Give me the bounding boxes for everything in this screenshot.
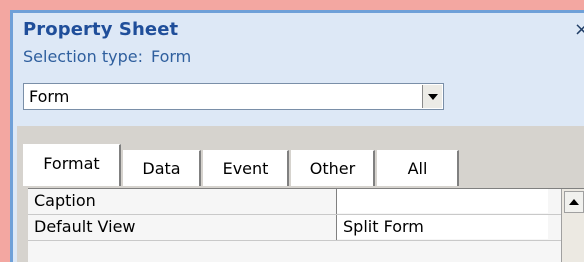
property-sheet-window: Property Sheet × Selection type: Form For… — [10, 10, 584, 262]
selection-type-row: Selection type: Form — [23, 47, 191, 66]
screenshot-frame: Property Sheet × Selection type: Form For… — [0, 0, 584, 262]
property-value-field[interactable] — [337, 189, 548, 213]
chevron-down-icon[interactable] — [422, 85, 442, 108]
property-value-field[interactable]: Split Form — [337, 215, 548, 239]
arrow-up-icon[interactable] — [564, 191, 584, 213]
selection-type-label: Selection type: — [23, 47, 143, 66]
tab-other[interactable]: Other — [291, 150, 375, 186]
property-name: Caption — [34, 191, 96, 210]
property-name: Default View — [34, 217, 136, 236]
property-value: Split Form — [343, 217, 424, 236]
close-icon[interactable]: × — [574, 19, 584, 40]
object-selector-combo[interactable]: Form — [23, 83, 444, 110]
tab-container: Format Data Event Other All Caption Defa… — [17, 126, 584, 262]
property-row-default-view[interactable]: Default View Split Form — [28, 215, 570, 240]
tab-all[interactable]: All — [377, 150, 459, 186]
property-row-caption[interactable]: Caption — [28, 189, 570, 214]
object-selector-value: Form — [29, 87, 70, 106]
property-sheet-panel: Property Sheet × Selection type: Form For… — [13, 13, 584, 262]
property-grid: Caption Default View Split Form — [28, 188, 584, 262]
selection-type-value: Form — [150, 47, 192, 66]
panel-title: Property Sheet — [23, 19, 179, 40]
tab-data[interactable]: Data — [123, 150, 201, 186]
tab-format[interactable]: Format — [23, 144, 121, 186]
vertical-scrollbar[interactable] — [561, 189, 584, 262]
tab-event[interactable]: Event — [203, 150, 289, 186]
